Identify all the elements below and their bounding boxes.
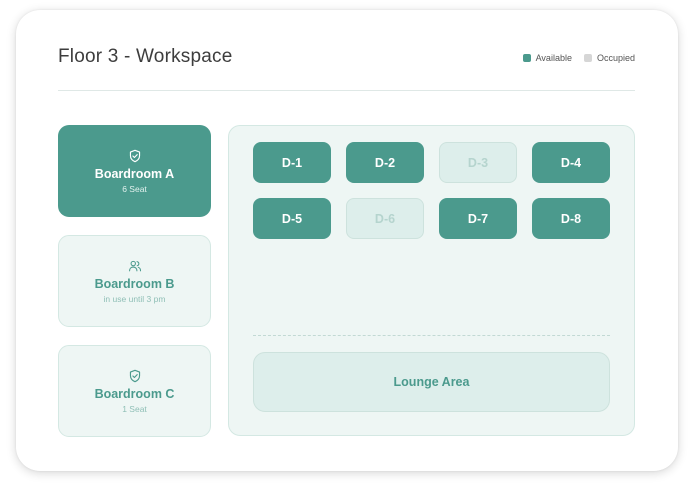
boardroom-c[interactable]: Boardroom C 1 Seat [58, 345, 211, 437]
shield-check-icon [129, 149, 140, 162]
desk-d7[interactable]: D-7 [439, 198, 517, 239]
legend: Available Occupied [511, 53, 635, 63]
users-icon [128, 260, 141, 271]
shield-check-icon [129, 369, 140, 382]
boardroom-b-status: in use until 3 pm [103, 293, 166, 304]
desk-d1[interactable]: D-1 [253, 142, 331, 183]
legend-swatch-occupied [583, 54, 592, 62]
desk-d5[interactable]: D-5 [253, 198, 331, 239]
desk-d2[interactable]: D-2 [346, 142, 424, 183]
boardroom-c-seats: 1 Seat [122, 403, 147, 414]
desk-d3[interactable]: D-3 [439, 142, 517, 183]
legend-item-occupied: Occupied [583, 53, 635, 63]
lounge-area[interactable]: Lounge Area [253, 352, 610, 412]
legend-item-available: Available [522, 53, 572, 63]
boardroom-b[interactable]: Boardroom B in use until 3 pm [58, 235, 211, 327]
desk-d8[interactable]: D-8 [532, 198, 610, 239]
boardroom-a[interactable]: Boardroom A 6 Seat [58, 125, 211, 217]
page-title: Floor 3 - Workspace [58, 46, 233, 67]
boardroom-a-name: Boardroom A [94, 166, 175, 181]
boardroom-c-name: Boardroom C [94, 386, 175, 401]
desk-d6[interactable]: D-6 [346, 198, 424, 239]
area-divider [253, 335, 610, 336]
boardroom-a-seats: 6 Seat [122, 183, 147, 194]
legend-label-occupied: Occupied [596, 53, 635, 63]
desk-d4[interactable]: D-4 [532, 142, 610, 183]
legend-label-available: Available [535, 53, 572, 63]
legend-swatch-available [522, 54, 531, 62]
header-divider [58, 90, 635, 91]
boardroom-b-name: Boardroom B [94, 276, 175, 291]
